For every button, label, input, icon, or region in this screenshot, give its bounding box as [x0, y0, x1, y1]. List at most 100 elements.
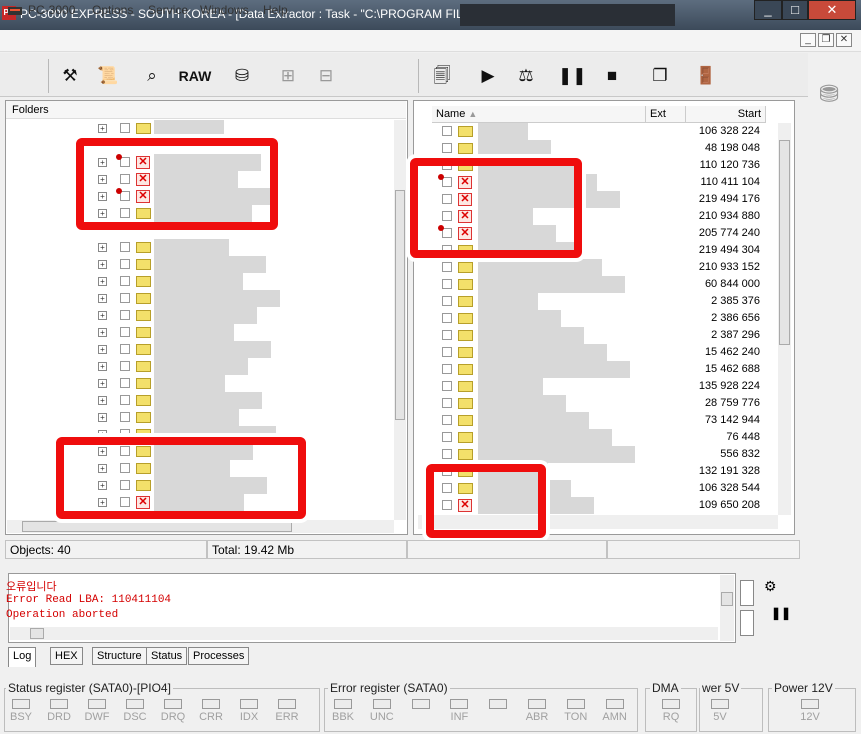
row-checkbox[interactable] — [442, 126, 452, 136]
menu-options[interactable]: Options — [92, 3, 133, 17]
maximize-button[interactable]: □ — [782, 0, 808, 20]
highlight-box — [410, 158, 582, 258]
expand-icon[interactable]: + — [98, 277, 107, 286]
log-hscroll[interactable] — [10, 627, 718, 640]
tab-status[interactable]: Status — [146, 647, 188, 665]
save-file-icon[interactable]: 🗐 — [428, 63, 456, 89]
redacted-name — [478, 310, 561, 327]
row-checkbox[interactable] — [120, 276, 130, 286]
row-checkbox[interactable] — [442, 143, 452, 153]
disk-icon[interactable]: ⛁ — [228, 63, 256, 89]
tab-structure[interactable]: Structure — [92, 647, 147, 665]
row-checkbox[interactable] — [120, 310, 130, 320]
row-checkbox[interactable] — [120, 395, 130, 405]
log-side-toggle[interactable] — [740, 610, 754, 636]
expand-icon[interactable]: + — [98, 396, 107, 405]
tab-log[interactable]: Log — [8, 647, 37, 667]
dma-title: DMA — [650, 681, 681, 695]
row-checkbox[interactable] — [442, 296, 452, 306]
register-led — [450, 699, 469, 709]
folders-hscroll-thumb[interactable] — [22, 521, 292, 532]
stop-icon[interactable]: ■ — [598, 63, 626, 89]
row-checkbox[interactable] — [442, 313, 452, 323]
mdi-minimize-button[interactable]: _ — [800, 33, 816, 47]
mdi-restore-button[interactable]: ❐ — [818, 33, 834, 47]
expand-icon[interactable]: + — [98, 243, 107, 252]
tree-collapse-icon[interactable]: ⊟ — [312, 63, 340, 89]
folder-icon — [458, 432, 473, 443]
col-ext-header[interactable]: Ext — [646, 106, 686, 123]
expand-icon[interactable]: + — [98, 413, 107, 422]
row-checkbox[interactable] — [120, 259, 130, 269]
expand-icon[interactable]: + — [98, 362, 107, 371]
tree-expand-icon[interactable]: ⊞ — [274, 63, 302, 89]
redacted-name — [154, 120, 224, 137]
row-checkbox[interactable] — [442, 449, 452, 459]
row-checkbox[interactable] — [442, 364, 452, 374]
row-checkbox[interactable] — [442, 432, 452, 442]
register-led — [12, 699, 30, 709]
menu-service[interactable]: Service — [148, 3, 188, 17]
row-checkbox[interactable] — [120, 293, 130, 303]
row-checkbox[interactable] — [120, 378, 130, 388]
expand-icon[interactable]: + — [98, 294, 107, 303]
minimize-button[interactable]: _ — [754, 0, 782, 20]
menu-windows[interactable]: Windows — [200, 3, 249, 17]
toolbar-separator — [418, 59, 419, 93]
binoculars-icon[interactable]: ⌕ — [138, 63, 166, 89]
windows-icon[interactable]: ❐ — [646, 63, 674, 89]
exit-icon[interactable]: 🚪 — [692, 63, 720, 89]
row-checkbox[interactable] — [442, 398, 452, 408]
redacted-name — [478, 276, 625, 293]
expand-icon[interactable]: + — [98, 311, 107, 320]
gear-icon[interactable]: ⚙ — [764, 578, 777, 595]
structure-icon[interactable]: ⚖ — [512, 63, 540, 89]
pc3000-logo-icon — [8, 5, 22, 17]
expand-icon[interactable]: + — [98, 328, 107, 337]
row-checkbox[interactable] — [120, 123, 130, 133]
close-button[interactable]: ✕ — [808, 0, 856, 20]
raw-button[interactable]: RAW — [176, 63, 214, 89]
row-checkbox[interactable] — [442, 381, 452, 391]
pause-log-icon[interactable]: ❚❚ — [771, 606, 791, 620]
row-checkbox[interactable] — [120, 327, 130, 337]
tab-hex[interactable]: HEX — [50, 647, 83, 665]
expand-icon[interactable]: + — [98, 379, 107, 388]
expand-icon[interactable]: + — [98, 124, 107, 133]
col-start-header[interactable]: Start — [686, 106, 766, 123]
mdi-close-button[interactable]: ✕ — [836, 33, 852, 47]
row-checkbox[interactable] — [442, 330, 452, 340]
row-checkbox[interactable] — [442, 262, 452, 272]
expand-icon[interactable]: + — [98, 345, 107, 354]
scroll-icon[interactable]: 📜 — [94, 63, 122, 89]
row-checkbox[interactable] — [442, 415, 452, 425]
tools-icon[interactable]: ⚒ — [56, 63, 84, 89]
start-lba-cell: 219 494 304 — [698, 244, 760, 256]
row-checkbox[interactable] — [442, 347, 452, 357]
tab-processes[interactable]: Processes — [188, 647, 250, 665]
row-checkbox[interactable] — [120, 242, 130, 252]
menu-pc3000[interactable]: PC-3000 — [28, 3, 75, 17]
log-side-toggle[interactable] — [740, 580, 754, 606]
row-checkbox[interactable] — [120, 344, 130, 354]
folder-icon — [136, 327, 151, 338]
col-name-header[interactable]: Name ▲ — [432, 106, 646, 123]
log-hscroll-thumb[interactable] — [30, 628, 44, 639]
play-icon[interactable]: ▶ — [474, 63, 502, 89]
log-vscroll-thumb[interactable] — [721, 592, 733, 606]
pause-icon[interactable]: ❚❚ — [558, 63, 587, 89]
folder-icon — [136, 361, 151, 372]
folders-vscroll-thumb[interactable] — [395, 190, 405, 420]
expand-icon[interactable]: + — [98, 260, 107, 269]
redacted-name — [154, 358, 248, 375]
database-icon[interactable]: ⛃ — [814, 80, 844, 110]
folder-icon — [458, 398, 473, 409]
log-vscroll[interactable] — [720, 575, 734, 641]
files-vscroll-thumb[interactable] — [779, 140, 790, 345]
objects-count: Objects: 40 — [5, 540, 207, 559]
row-checkbox[interactable] — [120, 412, 130, 422]
row-checkbox[interactable] — [120, 361, 130, 371]
start-lba-cell: 2 386 656 — [711, 312, 760, 324]
menu-help[interactable]: Help — [263, 3, 288, 17]
row-checkbox[interactable] — [442, 279, 452, 289]
